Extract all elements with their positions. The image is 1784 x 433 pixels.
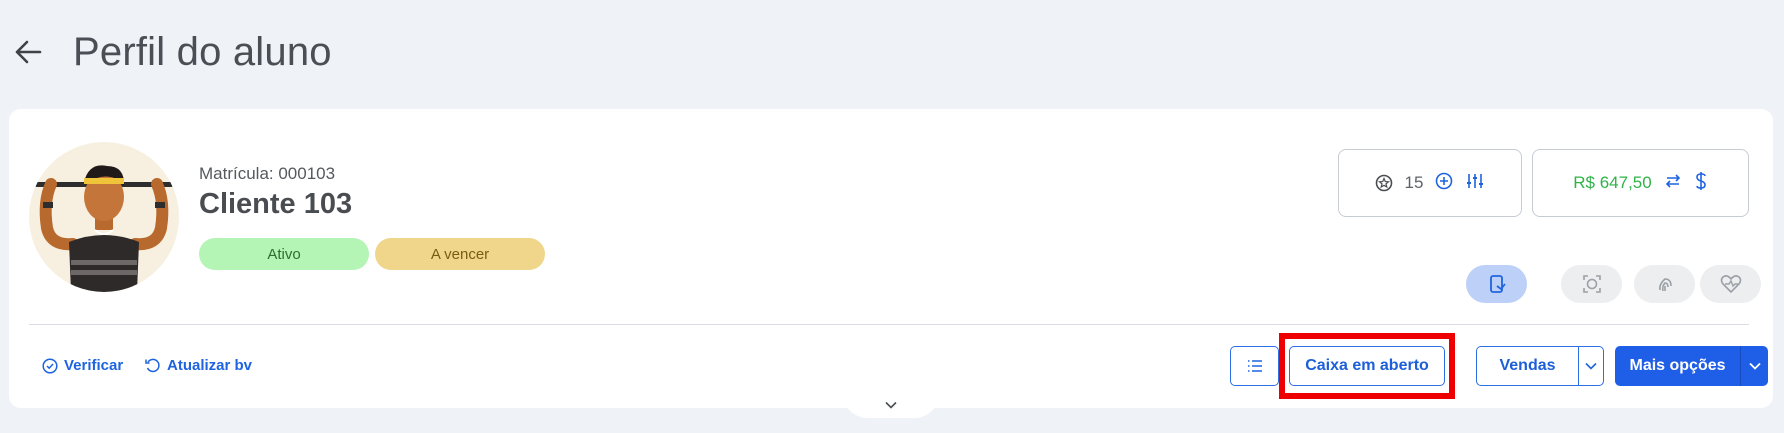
divider — [29, 324, 1749, 325]
check-circle-icon — [42, 357, 58, 374]
adjust-points-icon[interactable] — [1465, 172, 1485, 195]
mais-opcoes-dropdown-button[interactable] — [1740, 346, 1768, 386]
page-title: Perfil do aluno — [73, 30, 332, 74]
chevron-down-icon — [885, 401, 897, 409]
mobile-checkin-button[interactable] — [1466, 265, 1527, 303]
points-value: 15 — [1404, 173, 1424, 192]
caixa-em-aberto-button[interactable]: Caixa em aberto — [1289, 346, 1445, 386]
health-button[interactable] — [1700, 265, 1761, 303]
mobile-checkin-icon — [1489, 275, 1506, 293]
balance-value: R$ 647,50 — [1573, 173, 1652, 192]
chevron-down-icon — [1748, 362, 1761, 370]
status-badge-ativo: Ativo — [199, 238, 369, 270]
vendas-dropdown-button[interactable] — [1578, 346, 1604, 386]
chevron-down-icon — [1585, 362, 1597, 370]
verificar-link[interactable]: Verificar — [42, 357, 123, 374]
arrow-left-icon — [15, 40, 42, 64]
list-icon — [1247, 360, 1262, 372]
dollar-icon[interactable] — [1694, 171, 1708, 196]
fingerprint-icon — [1658, 278, 1672, 292]
face-recognition-icon — [1582, 275, 1601, 293]
client-name: Cliente 103 — [199, 188, 353, 220]
face-recognition-button[interactable] — [1561, 265, 1622, 303]
add-points-icon[interactable] — [1435, 172, 1453, 195]
page: Perfil do aluno Matrícula: 000103 Client… — [0, 0, 1784, 433]
mais-opcoes-button[interactable]: Mais opções — [1615, 346, 1740, 386]
points-box: 15 — [1338, 149, 1522, 217]
fingerprint-button[interactable] — [1634, 265, 1695, 303]
back-button[interactable] — [12, 36, 44, 68]
refresh-icon — [145, 358, 160, 372]
atualizar-bv-link[interactable]: Atualizar bv — [145, 357, 252, 374]
list-view-button[interactable] — [1230, 346, 1279, 386]
avatar — [29, 142, 179, 292]
vendas-button[interactable]: Vendas — [1476, 346, 1578, 386]
status-badge-a-vencer: A vencer — [375, 238, 545, 270]
atualizar-label: Atualizar bv — [167, 357, 253, 374]
profile-card: Matrícula: 000103 Cliente 103 Ativo A ve… — [9, 109, 1773, 408]
heart-health-icon — [1720, 275, 1741, 294]
transfer-icon[interactable] — [1664, 172, 1682, 195]
points-badge-icon — [1375, 174, 1392, 192]
expand-card-button[interactable] — [842, 392, 940, 418]
balance-box: R$ 647,50 — [1532, 149, 1749, 217]
verificar-label: Verificar — [64, 357, 124, 374]
matricula-label: Matrícula: 000103 — [199, 164, 336, 183]
